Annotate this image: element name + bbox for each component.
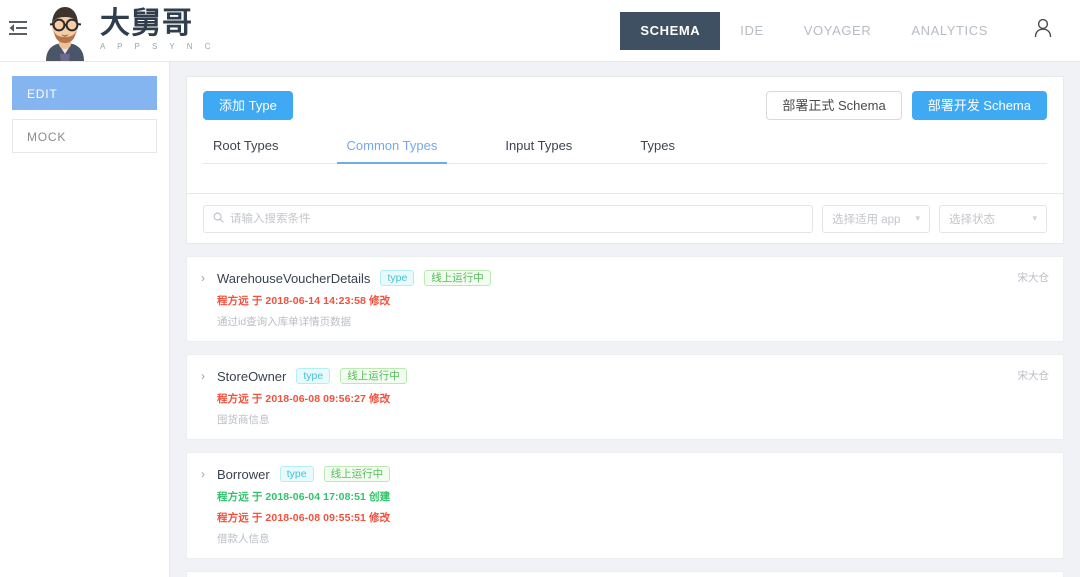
main-nav: SCHEMA IDE VOYAGER ANALYTICS [620,0,1080,62]
tab-root-types[interactable]: Root Types [203,138,289,163]
app-root: 大舅哥 A P P S Y N C SCHEMA IDE VOYAGER ANA… [0,0,1080,577]
modified-meta: 程方远 于 2018-06-08 09:56:27 修改 [217,391,1049,406]
toolbar-row: 添加 Type 部署正式 Schema 部署开发 Schema [203,91,1047,120]
type-description: 借款人信息 [217,531,1049,546]
type-list: › WarehouseVoucherDetails type 线上运行中 程方远… [186,256,1064,577]
created-meta: 程方远 于 2018-06-04 17:08:51 创建 [217,489,1049,504]
tab-common-types[interactable]: Common Types [337,138,448,163]
toolbar-right-actions: 部署正式 Schema 部署开发 Schema [766,91,1047,120]
deploy-dev-schema-button[interactable]: 部署开发 Schema [912,91,1047,120]
sidebar-collapse-button[interactable] [0,0,36,62]
list-item-title-row: Borrower type 线上运行中 [217,465,1049,483]
content-area: 添加 Type 部署正式 Schema 部署开发 Schema Root Typ… [170,62,1080,577]
add-type-button[interactable]: 添加 Type [203,91,293,120]
toolbar-card: 添加 Type 部署正式 Schema 部署开发 Schema Root Typ… [186,76,1064,194]
body-row: EDIT MOCK 添加 Type 部署正式 Schema 部署开发 Schem… [0,62,1080,577]
nav-item-voyager[interactable]: VOYAGER [784,12,892,50]
tab-types[interactable]: Types [630,138,685,163]
sidebar-item-edit[interactable]: EDIT [12,76,157,110]
search-box[interactable] [203,205,813,233]
type-description: 通过id查询入库单详情页数据 [217,314,1049,329]
nav-item-ide[interactable]: IDE [720,12,783,50]
app-filter-select[interactable]: 选择适用 app ▾ [822,205,930,233]
status-badge: 线上运行中 [340,368,407,384]
type-name: StoreOwner [217,369,286,384]
list-item-main: WarehouseVoucherDetails type 线上运行中 程方远 于… [217,269,1049,329]
app-filter-label: 选择适用 app [832,211,900,227]
expand-caret-icon[interactable]: › [201,269,217,329]
user-account-button[interactable] [1008,17,1080,44]
sidebar-item-mock[interactable]: MOCK [12,119,157,153]
expand-caret-icon[interactable]: › [201,367,217,427]
list-item[interactable]: › Borrower type 线上运行中 程方远 于 2018-06-04 1… [186,452,1064,559]
list-item-main: StoreOwner type 线上运行中 程方远 于 2018-06-08 0… [217,367,1049,427]
modified-meta: 程方远 于 2018-06-14 14:23:58 修改 [217,293,1049,308]
chevron-down-icon: ▾ [1032,213,1037,224]
status-badge: 线上运行中 [424,270,491,286]
chevron-down-icon: ▾ [915,213,920,224]
list-item[interactable]: › StockpilePlanDetails type 线上运行中 陈锦辉 于 … [186,571,1064,577]
tab-input-types[interactable]: Input Types [495,138,582,163]
state-filter-select[interactable]: 选择状态 ▾ [939,205,1047,233]
type-tabs: Root Types Common Types Input Types Type… [203,138,1047,164]
top-bar: 大舅哥 A P P S Y N C SCHEMA IDE VOYAGER ANA… [0,0,1080,62]
list-item[interactable]: › WarehouseVoucherDetails type 线上运行中 程方远… [186,256,1064,342]
search-input[interactable] [230,213,803,225]
nav-item-schema[interactable]: SCHEMA [620,12,720,50]
brand-logo[interactable]: 大舅哥 A P P S Y N C [36,1,216,61]
filter-bar: 选择适用 app ▾ 选择状态 ▾ [186,194,1064,244]
status-badge-kind: type [296,368,330,384]
owner-label: 宋大仓 [1018,270,1050,285]
type-description: 囤货商信息 [217,412,1049,427]
list-item-title-row: StoreOwner type 线上运行中 [217,367,1049,385]
modified-meta: 程方远 于 2018-06-08 09:55:51 修改 [217,510,1049,525]
left-sidebar: EDIT MOCK [0,62,170,577]
type-name: Borrower [217,467,270,482]
user-account-icon [1032,17,1054,44]
menu-fold-icon [9,21,27,40]
owner-label: 宋大仓 [1018,368,1050,383]
brand-text: 大舅哥 A P P S Y N C [100,8,216,53]
search-icon [213,210,224,228]
status-badge-kind: type [380,270,414,286]
brand-title: 大舅哥 [100,8,216,40]
list-item-main: Borrower type 线上运行中 程方远 于 2018-06-04 17:… [217,465,1049,546]
type-name: WarehouseVoucherDetails [217,271,370,286]
status-badge-kind: type [280,466,314,482]
deploy-prod-schema-button[interactable]: 部署正式 Schema [766,91,901,120]
expand-caret-icon[interactable]: › [201,465,217,546]
brand-subtitle: A P P S Y N C [100,41,216,53]
nav-item-analytics[interactable]: ANALYTICS [891,12,1008,50]
status-badge: 线上运行中 [324,466,391,482]
list-item[interactable]: › StoreOwner type 线上运行中 程方远 于 2018-06-08… [186,354,1064,440]
list-item-title-row: WarehouseVoucherDetails type 线上运行中 [217,269,1049,287]
state-filter-label: 选择状态 [949,211,995,227]
brand-avatar-icon [36,1,94,61]
